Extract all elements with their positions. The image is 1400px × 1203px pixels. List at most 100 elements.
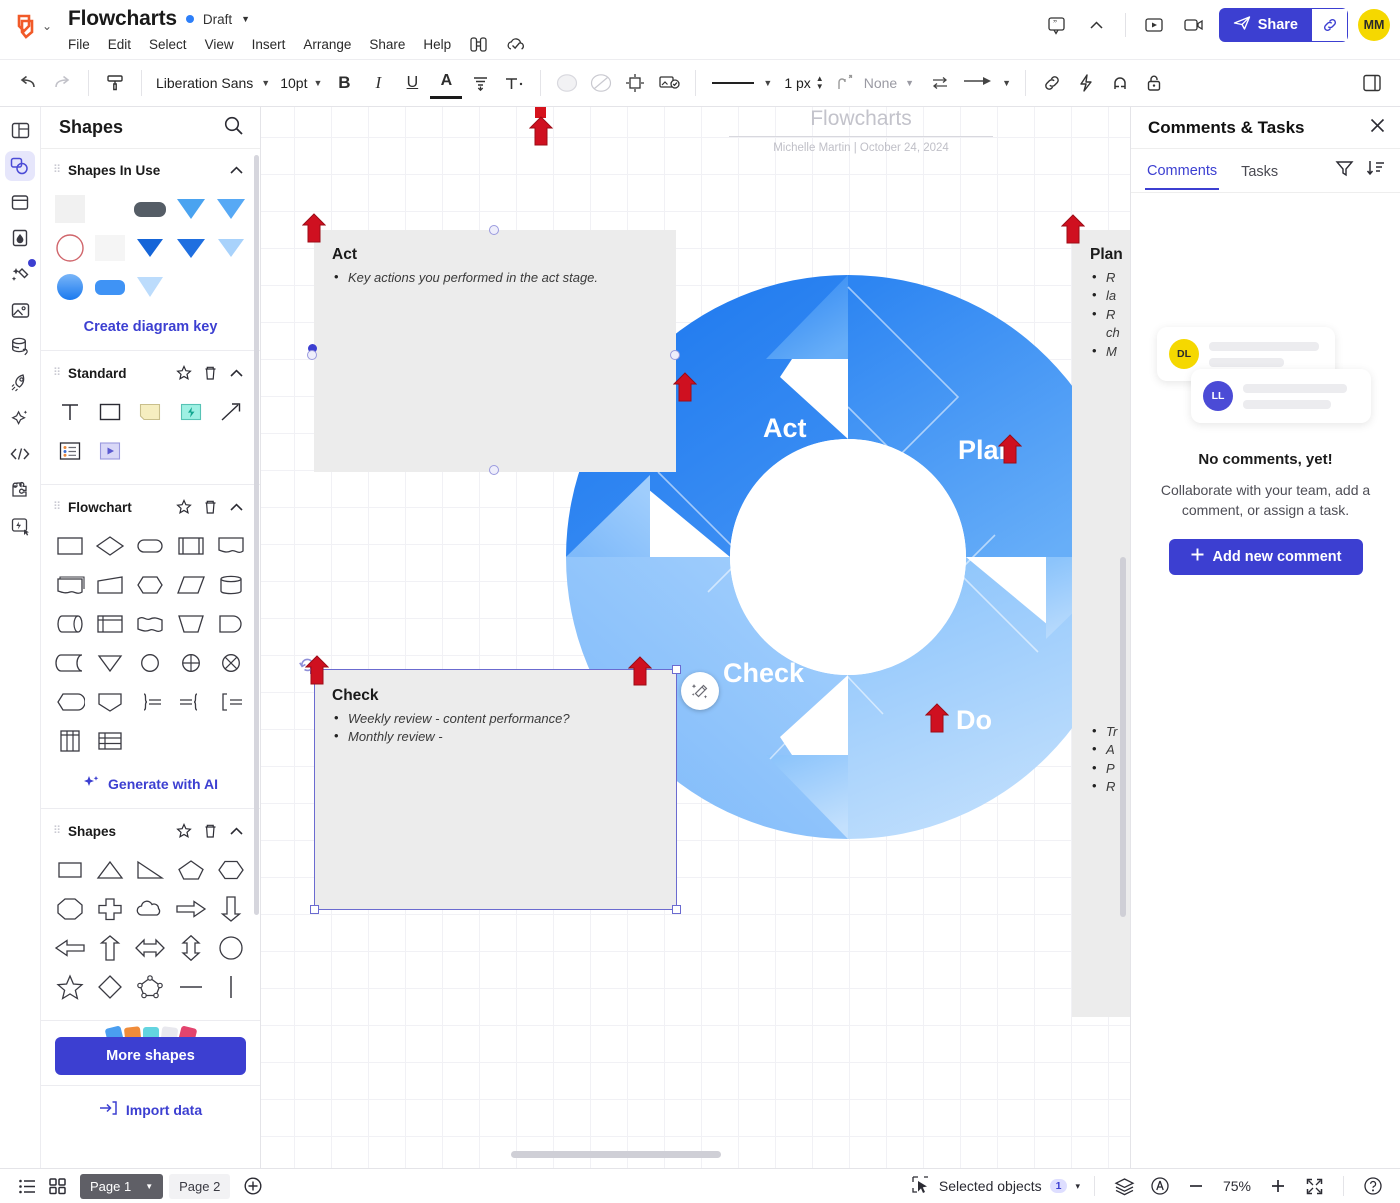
- standard-action-shape[interactable]: [172, 395, 210, 429]
- zoom-in-plus-icon[interactable]: [1263, 1173, 1293, 1199]
- handle-act-bottom[interactable]: [489, 465, 499, 475]
- diagram-canvas[interactable]: Flowcharts Michelle Martin | October 24,…: [261, 107, 1130, 1168]
- font-color-button[interactable]: A: [430, 67, 463, 99]
- handle-check-bottom-right[interactable]: [672, 905, 681, 914]
- rail-rocket-icon[interactable]: [5, 367, 35, 397]
- rail-ai-magic-icon[interactable]: [5, 259, 36, 289]
- flowchart-direct-access-shape[interactable]: [51, 607, 89, 641]
- redo-icon[interactable]: [46, 67, 78, 99]
- import-data-button[interactable]: Import data: [41, 1085, 260, 1129]
- swatch-rounded-blue[interactable]: [91, 270, 129, 304]
- right-panel-toggle-icon[interactable]: [1356, 67, 1388, 99]
- magnet-icon[interactable]: [1104, 67, 1136, 99]
- delete-trash-icon[interactable]: [200, 823, 220, 839]
- swatch-triangle-blue-5[interactable]: [212, 231, 250, 265]
- format-painter-icon[interactable]: [99, 67, 131, 99]
- present-icon[interactable]: [1139, 10, 1169, 40]
- flowchart-document-shape[interactable]: [212, 529, 250, 563]
- font-family-select[interactable]: Liberation Sans ▼: [152, 75, 274, 91]
- zoom-out-minus-icon[interactable]: [1181, 1173, 1211, 1199]
- standard-sticky-note-shape[interactable]: [131, 395, 169, 429]
- pin-arrow-act-box[interactable]: [301, 213, 327, 243]
- standard-line-arrow-shape[interactable]: [212, 395, 250, 429]
- flowchart-brace-left-shape[interactable]: [172, 685, 210, 719]
- swatch-empty[interactable]: [91, 192, 129, 226]
- document-title[interactable]: Flowcharts: [68, 7, 177, 31]
- collapse-chevron-up-icon[interactable]: [226, 368, 246, 378]
- handle-check-bottom-left[interactable]: [310, 905, 319, 914]
- drag-grip-icon[interactable]: ⠿: [53, 367, 62, 378]
- magic-wand-bubble-button[interactable]: [681, 672, 719, 710]
- standard-list-shape[interactable]: [51, 434, 89, 468]
- copy-link-button[interactable]: [1312, 8, 1348, 42]
- flowchart-terminator-shape[interactable]: [131, 529, 169, 563]
- pin-arrow-top[interactable]: [528, 116, 554, 146]
- fit-screen-icon[interactable]: [1299, 1173, 1329, 1199]
- swatch-square-lighter[interactable]: [91, 231, 129, 265]
- font-size-select[interactable]: 10pt ▼: [276, 75, 326, 91]
- more-shapes-button[interactable]: More shapes: [55, 1037, 246, 1075]
- image-fill-icon[interactable]: [653, 67, 685, 99]
- handle-check-top-right[interactable]: [672, 665, 681, 674]
- swatch-triangle-blue-6[interactable]: [131, 270, 169, 304]
- generate-with-ai-link[interactable]: Generate with AI: [41, 760, 260, 794]
- handle-act-right[interactable]: [670, 350, 680, 360]
- record-video-icon[interactable]: [1179, 10, 1209, 40]
- pin-arrow-do-wheel[interactable]: [924, 703, 950, 733]
- lock-icon[interactable]: [1138, 67, 1170, 99]
- shape-arrow-left[interactable]: [51, 931, 89, 965]
- shape-arrow-right[interactable]: [172, 892, 210, 926]
- swatch-circle-outline-red[interactable]: [51, 231, 89, 265]
- shape-circle[interactable]: [212, 931, 250, 965]
- flowchart-bracket-shape[interactable]: [212, 685, 250, 719]
- swatch-triangle-blue-4[interactable]: [172, 231, 210, 265]
- lucid-logo-icon[interactable]: [12, 12, 38, 40]
- shapes-panel-body[interactable]: ⠿ Shapes In Use Create diagram key ⠿ Sta…: [41, 149, 260, 1168]
- rail-sparkle-icon[interactable]: [5, 403, 35, 433]
- undo-icon[interactable]: [12, 67, 44, 99]
- pin-arrow-plan-wheel[interactable]: [997, 434, 1023, 464]
- collapse-chevron-up-icon[interactable]: [226, 166, 246, 175]
- textbox-check[interactable]: Check Weekly review - content performanc…: [314, 669, 676, 909]
- chevron-down-icon[interactable]: ▼: [905, 78, 914, 88]
- close-icon[interactable]: [1369, 117, 1386, 139]
- shape-octagon[interactable]: [51, 892, 89, 926]
- shape-horizontal-line[interactable]: [172, 970, 210, 1004]
- zoom-level-value[interactable]: 75%: [1217, 1178, 1257, 1194]
- standard-play-shape[interactable]: [91, 434, 129, 468]
- flowchart-display-shape[interactable]: [51, 685, 89, 719]
- rail-images-icon[interactable]: [5, 295, 35, 325]
- rail-shapes-icon[interactable]: [5, 151, 35, 181]
- menu-arrange[interactable]: Arrange: [303, 37, 351, 52]
- collapse-chevron-up-icon[interactable]: [226, 826, 246, 836]
- panel-scrollbar[interactable]: [254, 155, 259, 915]
- add-new-comment-button[interactable]: Add new comment: [1168, 538, 1363, 575]
- drag-grip-icon[interactable]: ⠿: [53, 165, 62, 176]
- comment-icon[interactable]: ”: [1042, 10, 1072, 40]
- canvas-vertical-scrollbar[interactable]: [1120, 557, 1126, 917]
- cloud-check-icon[interactable]: [506, 36, 527, 53]
- line-weight-stepper[interactable]: 1 px ▲ ▼: [780, 74, 827, 91]
- shape-triangle[interactable]: [91, 853, 129, 887]
- add-page-icon[interactable]: [238, 1173, 268, 1199]
- swap-ends-icon[interactable]: [924, 67, 956, 99]
- underline-button[interactable]: U: [396, 67, 428, 99]
- pin-arrow-check-wheel[interactable]: [627, 656, 653, 686]
- shape-cross[interactable]: [91, 892, 129, 926]
- help-icon[interactable]: [1358, 1173, 1388, 1199]
- shape-pentagon-nodes[interactable]: [131, 970, 169, 1004]
- no-fill-icon[interactable]: [585, 67, 617, 99]
- flowchart-extract-shape[interactable]: [91, 685, 129, 719]
- canvas-horizontal-scrollbar[interactable]: [511, 1151, 721, 1158]
- status-chevron-down-icon[interactable]: ▼: [241, 14, 250, 24]
- italic-button[interactable]: I: [362, 67, 394, 99]
- line-jump-icon[interactable]: [830, 67, 862, 99]
- pin-arrow-plan-box[interactable]: [1060, 214, 1086, 244]
- page-tab-page-2[interactable]: Page 2: [169, 1173, 231, 1199]
- logo-chevron-down-icon[interactable]: ⌄: [42, 20, 52, 32]
- swatch-square-light[interactable]: [51, 192, 89, 226]
- swatch-circle-gradient[interactable]: [51, 270, 89, 304]
- stepper-arrows-icon[interactable]: ▲ ▼: [816, 74, 824, 90]
- standard-rectangle-shape[interactable]: [91, 395, 129, 429]
- flowchart-table-columns-shape[interactable]: [51, 724, 89, 758]
